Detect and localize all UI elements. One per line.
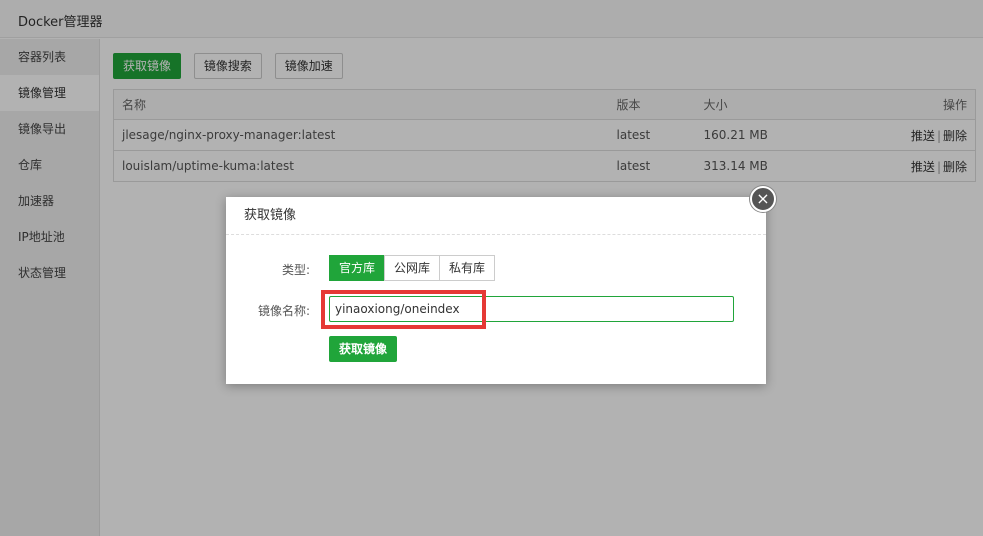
dialog-title: 获取镜像	[226, 197, 766, 235]
type-option-official[interactable]: 官方库	[329, 255, 386, 281]
type-option-public[interactable]: 公网库	[384, 255, 441, 281]
type-label: 类型:	[281, 263, 310, 277]
image-name-input[interactable]	[329, 296, 734, 322]
image-name-label: 镜像名称:	[257, 304, 310, 318]
close-icon[interactable]: ×	[750, 186, 776, 212]
registry-type-selector: 官方库 公网库 私有库	[329, 255, 496, 281]
pull-image-dialog: 获取镜像 × 类型: 官方库 公网库 私有库 镜像名称: 获取镜像	[226, 186, 776, 384]
type-option-private[interactable]: 私有库	[439, 255, 496, 281]
pull-image-submit-button[interactable]: 获取镜像	[329, 336, 398, 362]
